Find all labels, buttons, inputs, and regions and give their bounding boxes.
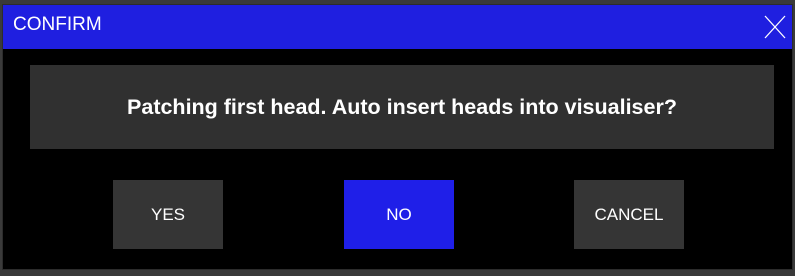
message-panel: Patching first head. Auto insert heads i…: [30, 65, 774, 149]
dialog-title: CONFIRM: [13, 14, 102, 35]
close-icon: [764, 15, 786, 39]
yes-button[interactable]: YES: [113, 180, 223, 249]
close-button[interactable]: [754, 8, 792, 46]
dialog-titlebar: CONFIRM: [3, 5, 792, 49]
cancel-button[interactable]: CANCEL: [574, 180, 684, 249]
dialog-message: Patching first head. Auto insert heads i…: [127, 94, 677, 119]
no-button[interactable]: NO: [344, 180, 454, 249]
confirm-dialog: CONFIRM Patching first head. Auto insert…: [2, 4, 793, 270]
